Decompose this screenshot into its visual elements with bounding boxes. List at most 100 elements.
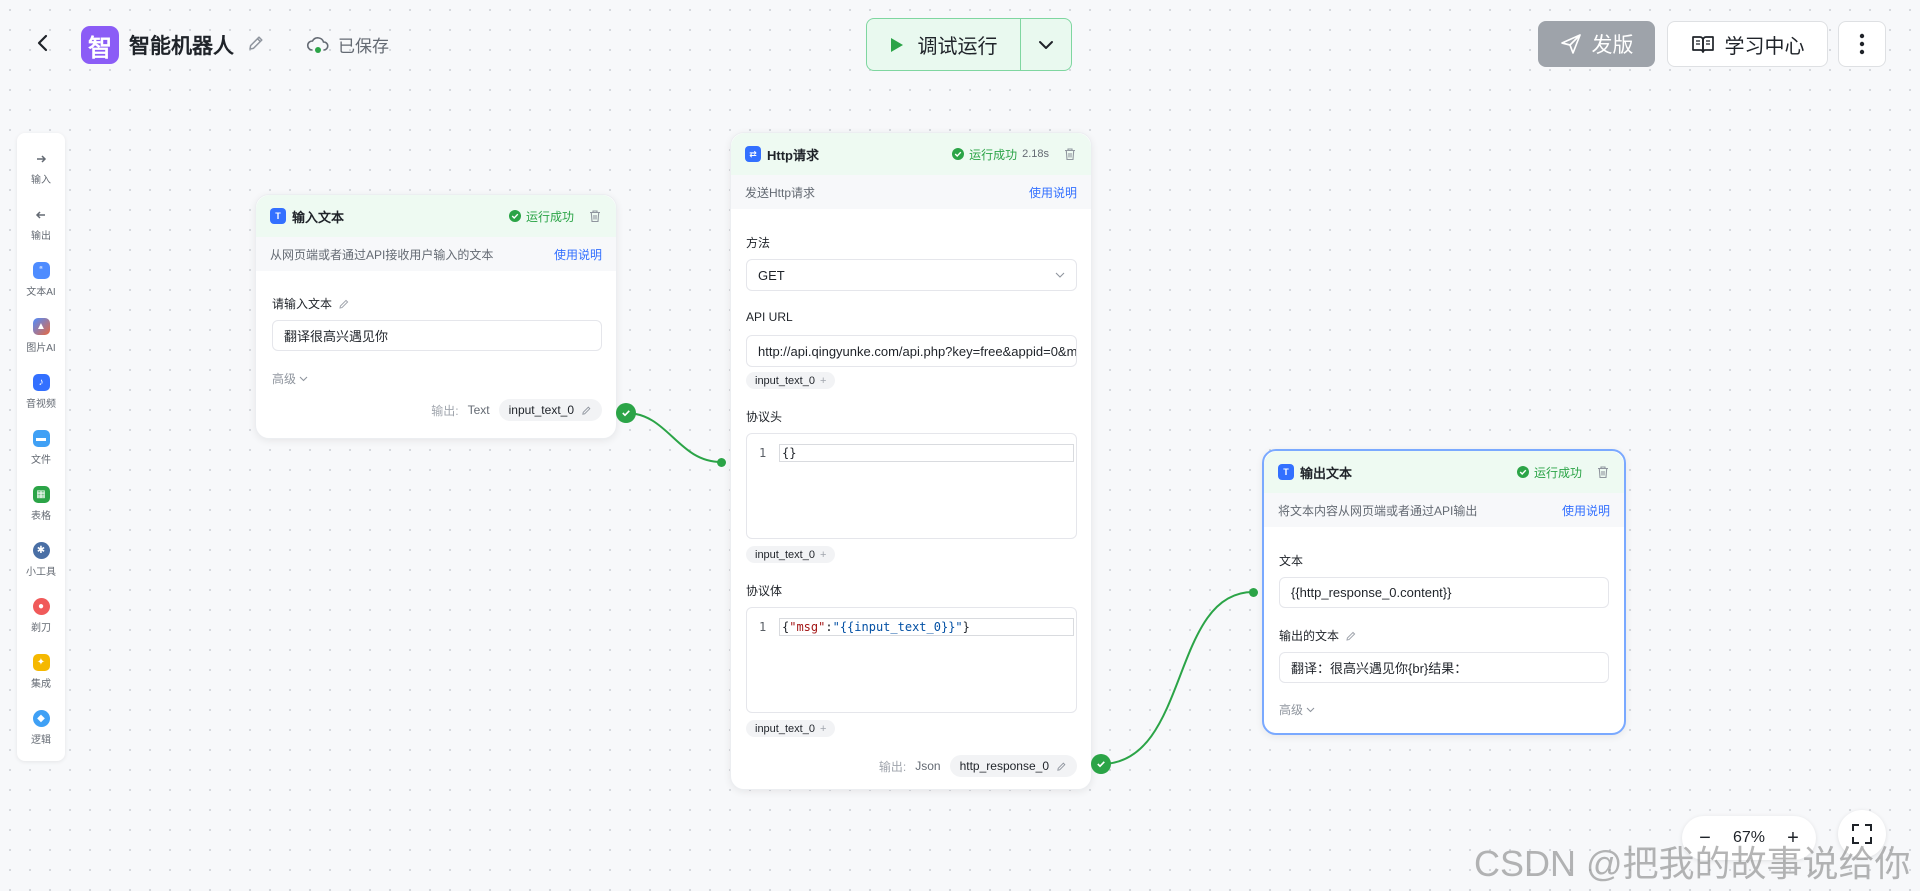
- node-description-text: 发送Http请求: [745, 185, 816, 200]
- output-node-input-port[interactable]: [1249, 588, 1258, 597]
- http-node-input-port[interactable]: [717, 458, 726, 467]
- method-select[interactable]: GET: [746, 259, 1077, 291]
- variable-name: input_text_0: [755, 374, 815, 387]
- line-number: 1: [759, 446, 767, 460]
- node-header: T 输入文本 运行成功: [256, 195, 616, 237]
- trash-icon[interactable]: [1063, 147, 1077, 161]
- connector-input-to-http: [625, 412, 722, 463]
- output-variable-chip[interactable]: input_text_0: [498, 399, 602, 421]
- output-text-label: 输出的文本: [1279, 627, 1357, 644]
- output-type: Text: [467, 403, 490, 417]
- input-text-node[interactable]: T 输入文本 运行成功 从网页端或者通过API接收用户输入的文本 使用说明 请输…: [255, 194, 617, 439]
- output-type: Json: [915, 759, 941, 773]
- check-icon: [1097, 761, 1105, 768]
- api-url-input[interactable]: http://api.qingyunke.com/api.php?key=fre…: [746, 335, 1077, 367]
- advanced-toggle[interactable]: 高级: [272, 370, 308, 387]
- watermark: CSDN @把我的故事说给你: [1474, 843, 1911, 884]
- http-request-node[interactable]: ⇄ Http请求 运行成功 2.18s 发送Http请求 使用说明 方法 GET…: [730, 132, 1092, 790]
- node-description: 将文本内容从网页端或者通过API输出 使用说明: [1264, 493, 1624, 527]
- output-variable-chip[interactable]: http_response_0: [949, 755, 1077, 777]
- method-label: 方法: [746, 236, 771, 250]
- code-text: {"msg": "{{input_text_0}}"}: [779, 618, 1074, 636]
- trash-icon[interactable]: [1596, 465, 1610, 479]
- text-node-icon: T: [1278, 464, 1294, 480]
- output-text-label-text: 输出的文本: [1279, 629, 1340, 643]
- insert-variable-chip[interactable]: input_text_0 +: [746, 546, 836, 563]
- input-text-field[interactable]: 翻译很高兴遇见你: [272, 320, 602, 351]
- connector-http-to-output: [1100, 591, 1254, 765]
- chevron-down-icon: [1306, 707, 1315, 712]
- check-icon: [622, 410, 630, 417]
- pencil-icon: [582, 406, 591, 415]
- code-brace: }: [962, 620, 970, 634]
- body-label: 协议体: [746, 584, 783, 598]
- code-brace: {: [782, 620, 790, 634]
- advanced-toggle[interactable]: 高级: [1279, 701, 1315, 718]
- node-status: 运行成功: [1516, 464, 1582, 481]
- help-link[interactable]: 使用说明: [1029, 184, 1077, 201]
- input-node-output-port[interactable]: [616, 403, 636, 423]
- node-title: 输出文本: [1300, 465, 1353, 481]
- code-colon: :: [825, 620, 833, 634]
- help-link[interactable]: 使用说明: [1562, 502, 1610, 519]
- line-number: 1: [759, 620, 767, 634]
- node-title: 输入文本: [292, 209, 345, 225]
- node-description-text: 从网页端或者通过API接收用户输入的文本: [270, 247, 494, 262]
- advanced-label: 高级: [1279, 703, 1304, 717]
- method-value: GET: [758, 267, 785, 283]
- node-status-label: 运行成功: [525, 209, 574, 224]
- output-label: 输出:: [431, 403, 459, 418]
- text-label: 文本: [1279, 554, 1304, 568]
- node-title: Http请求: [767, 147, 819, 163]
- node-status: 运行成功: [508, 208, 574, 225]
- output-variable-name: http_response_0: [959, 759, 1049, 773]
- pencil-icon[interactable]: [338, 298, 350, 310]
- check-circle-icon: [508, 210, 521, 222]
- chevron-down-icon: [299, 376, 308, 381]
- node-header: ⇄ Http请求 运行成功 2.18s: [731, 133, 1091, 175]
- check-circle-icon: [952, 148, 965, 160]
- node-description-text: 将文本内容从网页端或者通过API输出: [1278, 503, 1478, 518]
- node-status: 运行成功 2.18s: [952, 146, 1049, 163]
- code-key: "msg": [789, 620, 826, 634]
- code-text: {}: [779, 444, 1074, 462]
- check-circle-icon: [1516, 466, 1529, 478]
- insert-variable-chip[interactable]: input_text_0 +: [746, 372, 836, 389]
- node-output-row: 输出: Json http_response_0: [879, 755, 1077, 777]
- output-label: 输出:: [878, 759, 907, 774]
- chevron-down-icon: [1055, 272, 1065, 278]
- help-link[interactable]: 使用说明: [554, 246, 602, 263]
- http-node-icon: ⇄: [745, 146, 761, 162]
- code-line: 1 {}: [759, 444, 1074, 462]
- pencil-icon: [1057, 762, 1066, 771]
- node-description: 从网页端或者通过API接收用户输入的文本 使用说明: [256, 237, 616, 271]
- http-node-output-port[interactable]: [1091, 754, 1111, 774]
- pencil-icon[interactable]: [1345, 630, 1357, 642]
- plus-icon: +: [819, 374, 827, 387]
- insert-variable-chip[interactable]: input_text_0 +: [746, 720, 836, 737]
- output-text-source-input[interactable]: {{http_response_0.content}}: [1279, 577, 1609, 608]
- node-status-label: 运行成功: [969, 147, 1018, 162]
- code-line: 1 {"msg": "{{input_text_0}}"}: [759, 618, 1074, 636]
- headers-label: 协议头: [746, 410, 783, 424]
- body-code-editor[interactable]: 1 {"msg": "{{input_text_0}}"}: [746, 607, 1077, 713]
- api-url-label: API URL: [746, 310, 793, 324]
- plus-icon: +: [819, 548, 827, 561]
- headers-code-editor[interactable]: 1 {}: [746, 433, 1077, 539]
- input-field-label-text: 请输入文本: [272, 297, 333, 311]
- node-output-row: 输出: Text input_text_0: [431, 399, 602, 421]
- text-node-icon: T: [270, 208, 286, 224]
- variable-name: input_text_0: [755, 722, 815, 735]
- output-variable-name: input_text_0: [508, 403, 574, 417]
- input-field-label: 请输入文本: [272, 295, 350, 312]
- output-text-input[interactable]: 翻译：很高兴遇见你{br}结果：: [1279, 652, 1609, 683]
- node-header: T 输出文本 运行成功: [1264, 451, 1624, 493]
- trash-icon[interactable]: [588, 209, 602, 223]
- code-value: "{{input_text_0}}": [832, 620, 963, 634]
- variable-name: input_text_0: [755, 548, 815, 561]
- plus-icon: +: [819, 722, 827, 735]
- node-status-label: 运行成功: [1533, 465, 1582, 480]
- node-description: 发送Http请求 使用说明: [731, 175, 1091, 209]
- output-text-node[interactable]: T 输出文本 运行成功 将文本内容从网页端或者通过API输出 使用说明 文本 {…: [1262, 449, 1626, 735]
- advanced-label: 高级: [272, 372, 297, 386]
